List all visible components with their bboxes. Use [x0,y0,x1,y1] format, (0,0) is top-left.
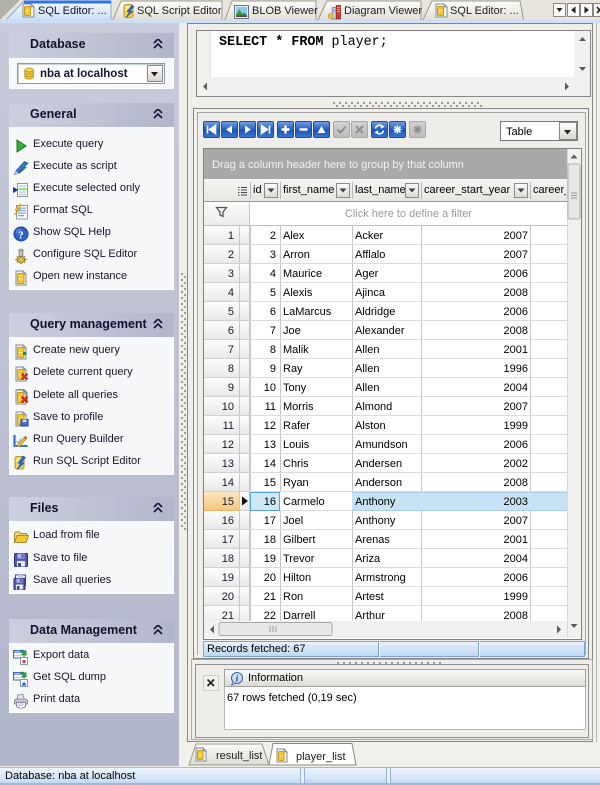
svg-text:?: ? [18,230,24,242]
